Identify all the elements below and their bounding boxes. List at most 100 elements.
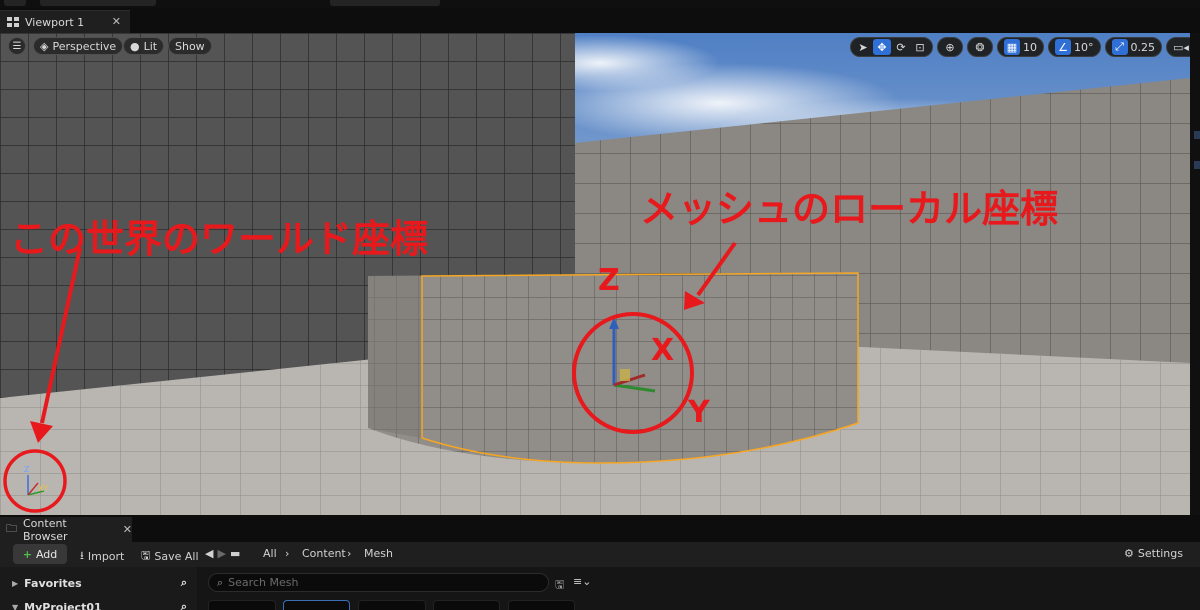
world-space-icon[interactable]: ⊕ [941,39,959,55]
grid-snap-group: ▦ 10 [997,37,1044,57]
close-icon[interactable]: ✕ [123,523,132,536]
scale-snap-icon: ⤢ [1111,39,1128,55]
viewport-tab-label: Viewport 1 [25,15,85,29]
rotation-snap-group: ∠ 10° [1048,37,1101,57]
breadcrumb-separator-icon: › [285,547,290,560]
level-viewport[interactable]: ☰ ◈ Perspective ● Lit Show この世界のワールド座標 メ… [0,33,1190,515]
lit-label: Lit [143,39,158,53]
perspective-label: Perspective [52,39,117,53]
folder-icon: 🗀 [6,522,17,535]
world-axis-xy-label: XY [38,484,49,493]
scene-render [0,33,1190,515]
forward-arrow-icon[interactable]: ▶ [217,547,225,560]
viewport-tab[interactable]: Viewport 1 ✕ [0,10,130,33]
close-icon[interactable]: ✕ [112,15,121,28]
gear-icon: ⚙ [1124,547,1134,560]
world-axis-z-label: Z [24,465,30,474]
local-coords-annotation: メッシュのローカル座標 [640,187,1059,231]
rotation-snap-value: 10° [1074,40,1094,54]
toolbar-fragment[interactable] [330,0,440,6]
search-icon[interactable]: ⌕ [181,600,187,610]
chevron-right-icon: ▶ [12,578,19,588]
axis-z-label: Z [598,263,620,298]
content-browser-tab[interactable]: 🗀 Content Browser ✕ [0,516,132,543]
rotate-tool-icon[interactable]: ⟳ [892,39,910,55]
asset-thumbnail[interactable] [358,600,426,610]
asset-thumbnail[interactable] [283,600,350,610]
plus-icon: + [22,547,32,561]
translate-tool-icon[interactable]: ✥ [873,39,891,55]
breadcrumb-separator-icon: › [347,547,352,560]
axis-x-label: X [651,333,675,368]
project-section[interactable]: ▼ MyProject01 ⌕ [0,596,197,610]
show-button[interactable]: Show [168,37,212,55]
scale-snap-group: ⤢ 0.25 [1104,37,1162,57]
lit-sphere-icon: ● [130,39,140,53]
breadcrumb-mesh[interactable]: Mesh [364,547,393,560]
scale-tool-icon[interactable]: ⊡ [911,39,929,55]
settings-button[interactable]: ⚙ Settings [1124,547,1183,560]
perspective-button[interactable]: ◈ Perspective [33,37,124,55]
cube-icon: ◈ [40,39,49,53]
world-coords-annotation: この世界のワールド座標 [10,217,429,261]
viewport-grid-icon [7,17,19,27]
save-icon: 🖫 [141,549,151,562]
grid-snap-icon: ▦ [1004,39,1020,55]
chevron-down-icon: ▼ [12,602,19,610]
search-icon[interactable]: ⌕ [181,576,187,590]
project-label: MyProject01 [24,600,102,610]
rotation-snap-toggle[interactable]: ∠ 10° [1052,39,1097,55]
add-button[interactable]: + Add [13,544,67,564]
viewport-tab-bar: Viewport 1 ✕ [0,8,1200,33]
breadcrumb-content[interactable]: Content [302,547,346,560]
mode-fragment[interactable] [40,0,156,6]
transform-mode-group: ➤ ✥ ⟳ ⊡ [850,37,933,57]
menu-fragment[interactable] [4,0,26,6]
asset-thumbnail[interactable] [433,600,500,610]
surface-snap-group: ❂ [967,37,993,57]
content-browser-body: ▶ Favorites ⌕ ▼ MyProject01 ⌕ ⌕ Search M… [0,567,1200,610]
grid-size-value: 10 [1023,40,1037,54]
viewport-transform-tools: ➤ ✥ ⟳ ⊡ ⊕ ❂ ▦ 10 ∠ 10° ⤢ 0.25 ▭◂ 4 ⛶ [846,37,1200,57]
search-input[interactable]: ⌕ Search Mesh [208,573,549,592]
content-browser-tab-bar: 🗀 Content Browser ✕ [0,515,1200,543]
save-all-label: Save All [154,550,199,563]
save-search-icon[interactable]: 🖫 [555,576,564,595]
import-label: Import [87,550,125,563]
save-all-button[interactable]: 🖫 Save All [141,547,199,566]
content-browser-toolbar: + Add ⭳ Import 🖫 Save All ◀ ▶ ▬ All › Co… [0,542,1200,567]
content-browser-tab-label: Content Browser [23,516,68,543]
settings-label: Settings [1137,547,1183,560]
import-icon: ⭳ [80,549,84,562]
right-panel-edge [1190,33,1200,515]
folder-icon: ▬ [229,547,241,560]
edge-marker [1194,131,1200,139]
asset-thumbnail[interactable] [508,600,575,610]
filter-icon[interactable]: ≡⌄ [573,575,591,588]
breadcrumb-all[interactable]: All [263,547,277,560]
angle-snap-icon: ∠ [1055,39,1071,55]
hamburger-icon: ☰ [12,40,22,52]
search-placeholder: Search Mesh [228,576,299,589]
main-toolbar-strip [0,0,1200,8]
select-tool-icon[interactable]: ➤ [854,39,872,55]
camera-icon: ▭◂ [1173,40,1189,54]
viewport-menu-button[interactable]: ☰ [8,37,26,55]
history-nav: ◀ ▶ ▬ [205,547,240,560]
surface-snap-icon[interactable]: ❂ [971,39,989,55]
asset-thumbnail[interactable] [208,600,276,610]
scale-snap-toggle[interactable]: ⤢ 0.25 [1109,39,1159,55]
search-icon: ⌕ [217,575,224,589]
scale-snap-value: 0.25 [1130,40,1156,54]
import-button[interactable]: ⭳ Import [80,547,124,566]
favorites-label: Favorites [24,576,82,590]
content-browser-sidebar: ▶ Favorites ⌕ ▼ MyProject01 ⌕ [0,567,197,610]
world-local-group: ⊕ [937,37,963,57]
add-label: Add [35,547,58,561]
edge-marker [1194,161,1200,169]
lit-button[interactable]: ● Lit [123,37,165,55]
axis-y-label: Y [688,395,710,430]
favorites-section[interactable]: ▶ Favorites ⌕ [0,572,197,594]
grid-snap-toggle[interactable]: ▦ 10 [1001,39,1040,55]
back-arrow-icon[interactable]: ◀ [205,547,213,560]
